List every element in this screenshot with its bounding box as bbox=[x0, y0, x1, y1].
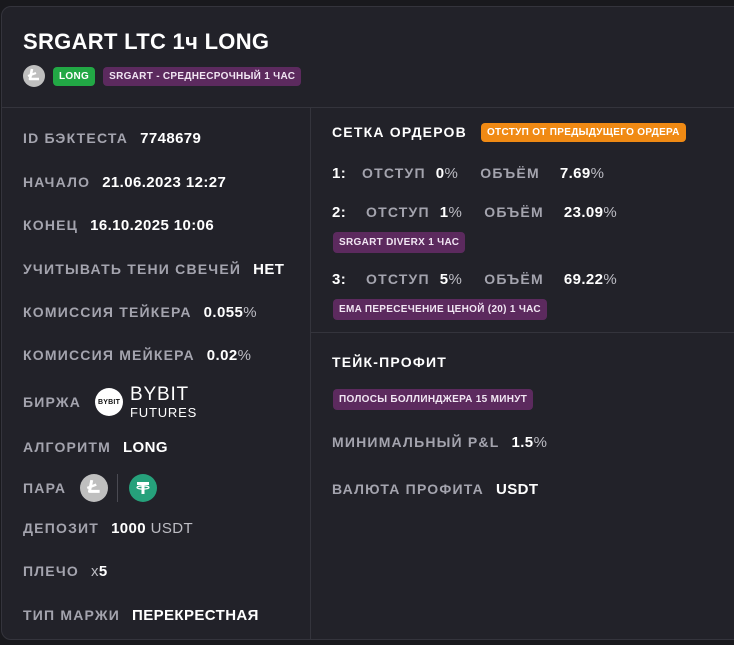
profit-currency-label: ВАЛЮТА ПРОФИТА bbox=[332, 481, 484, 497]
take-profit-title: ТЕЙК-ПРОФИТ bbox=[332, 354, 448, 370]
algorithm-row: АЛГОРИТМ LONG bbox=[23, 432, 168, 462]
column-divider bbox=[310, 108, 311, 639]
order-indicator-badge: EMA ПЕРЕСЕЧЕНИЕ ЦЕНОЙ (20) 1 ЧАС bbox=[333, 299, 547, 320]
end-row: КОНЕЦ 16.10.2025 10:06 bbox=[23, 210, 214, 240]
margin-row: ТИП МАРЖИ ПЕРЕКРЕСТНАЯ bbox=[23, 600, 259, 630]
start-value: 21.06.2023 12:27 bbox=[102, 173, 227, 191]
order-indicator-badge: SRGART DIVERX 1 ЧАС bbox=[333, 232, 466, 253]
backtest-card: SRGART LTC 1ч LONG LONG SRGART - СРЕДНЕС… bbox=[1, 6, 734, 640]
tether-icon bbox=[129, 474, 158, 502]
order-row: 1: ОТСТУП 0% ОБЪЁМ 7.69% bbox=[332, 159, 604, 187]
taker-fee-label: КОМИССИЯ ТЕЙКЕРА bbox=[23, 304, 192, 320]
pair-row: ПАРА bbox=[23, 471, 158, 505]
header-tags: LONG SRGART - СРЕДНЕСРОЧНЫЙ 1 ЧАС bbox=[23, 65, 302, 87]
orders-header: СЕТКА ОРДЕРОВ ОТСТУП ОТ ПРЕДЫДУЩЕГО ОРДЕ… bbox=[332, 117, 686, 147]
deposit-label: ДЕПОЗИТ bbox=[23, 520, 100, 536]
taker-fee-value: 0.055% bbox=[203, 303, 257, 321]
order-volume-value: 23.09% bbox=[563, 203, 618, 221]
order-offset-value: 1% bbox=[439, 203, 463, 221]
exchange-label: БИРЖА bbox=[23, 394, 82, 410]
end-value: 16.10.2025 10:06 bbox=[90, 216, 215, 234]
leverage-label: ПЛЕЧО bbox=[23, 563, 79, 579]
min-pnl-row: МИНИМАЛЬНЫЙ P&L 1.5% bbox=[332, 427, 547, 457]
leverage-value: x5 bbox=[90, 562, 108, 580]
order-volume-label: ОБЪЁМ bbox=[484, 204, 544, 220]
page-title: SRGART LTC 1ч LONG bbox=[23, 29, 270, 54]
maker-fee-label: КОМИССИЯ МЕЙКЕРА bbox=[23, 347, 195, 363]
strategy-badge: SRGART - СРЕДНЕСРОЧНЫЙ 1 ЧАС bbox=[103, 66, 302, 86]
order-offset-label: ОТСТУП bbox=[366, 271, 430, 287]
order-number: 2: bbox=[332, 203, 347, 221]
order-row: 3: ОТСТУП 5% ОБЪЁМ 69.22% bbox=[332, 265, 617, 293]
deposit-value: 1000 USDT bbox=[111, 519, 194, 537]
maker-fee-value: 0.02% bbox=[206, 346, 252, 364]
algorithm-label: АЛГОРИТМ bbox=[23, 439, 111, 455]
litecoin-icon bbox=[23, 65, 45, 87]
deposit-unit: USDT bbox=[150, 519, 194, 537]
bybit-logo-icon: BYBIT bbox=[95, 388, 124, 416]
order-volume-value: 7.69% bbox=[559, 164, 605, 182]
algorithm-value: LONG bbox=[122, 438, 168, 456]
shadows-row: УЧИТЫВАТЬ ТЕНИ СВЕЧЕЙ НЕТ bbox=[23, 254, 284, 284]
taker-fee-unit: % bbox=[243, 303, 257, 321]
pair-divider bbox=[117, 474, 119, 502]
order-offset-value: 0% bbox=[435, 164, 459, 182]
pair-label: ПАРА bbox=[23, 480, 67, 496]
take-profit-indicator-badge: ПОЛОСЫ БОЛЛИНДЖЕРА 15 МИНУТ bbox=[333, 389, 534, 410]
backtest-id-label: ID БЭКТЕСТА bbox=[23, 130, 129, 146]
order-offset-label: ОТСТУП bbox=[362, 165, 426, 181]
leverage-row: ПЛЕЧО x5 bbox=[23, 556, 108, 586]
order-number: 1: bbox=[332, 164, 347, 182]
min-pnl-label: МИНИМАЛЬНЫЙ P&L bbox=[332, 434, 500, 450]
maker-fee-unit: % bbox=[237, 346, 252, 364]
exchange-name: BYBIT FUTURES bbox=[130, 385, 197, 419]
take-profit-header: ТЕЙК-ПРОФИТ bbox=[332, 347, 447, 377]
maker-fee-row: КОМИССИЯ МЕЙКЕРА 0.02% bbox=[23, 340, 251, 370]
order-row: 2: ОТСТУП 1% ОБЪЁМ 23.09% bbox=[332, 198, 617, 226]
order-offset-value: 5% bbox=[439, 270, 463, 288]
exchange-row: БИРЖА BYBIT BYBIT FUTURES bbox=[23, 382, 197, 422]
section-divider bbox=[311, 332, 734, 333]
header-divider bbox=[2, 107, 734, 108]
order-volume-label: ОБЪЁМ bbox=[484, 271, 544, 287]
end-label: КОНЕЦ bbox=[23, 217, 79, 233]
orders-mode-badge: ОТСТУП ОТ ПРЕДЫДУЩЕГО ОРДЕРА bbox=[480, 122, 686, 142]
min-pnl-value: 1.5% bbox=[511, 433, 548, 451]
exchange-title: BYBIT bbox=[130, 384, 189, 405]
order-volume-label: ОБЪЁМ bbox=[480, 165, 540, 181]
backtest-id-value: 7748679 bbox=[140, 129, 202, 147]
shadows-label: УЧИТЫВАТЬ ТЕНИ СВЕЧЕЙ bbox=[23, 261, 242, 277]
start-label: НАЧАЛО bbox=[23, 174, 91, 190]
backtest-id-row: ID БЭКТЕСТА 7748679 bbox=[23, 123, 201, 153]
start-row: НАЧАЛО 21.06.2023 12:27 bbox=[23, 167, 226, 197]
order-offset-label: ОТСТУП bbox=[366, 204, 430, 220]
margin-value: ПЕРЕКРЕСТНАЯ bbox=[132, 606, 259, 624]
margin-label: ТИП МАРЖИ bbox=[23, 607, 121, 623]
order-number: 3: bbox=[332, 270, 347, 288]
long-badge: LONG bbox=[53, 66, 96, 86]
deposit-row: ДЕПОЗИТ 1000 USDT bbox=[23, 513, 193, 543]
profit-currency-row: ВАЛЮТА ПРОФИТА USDT bbox=[332, 474, 538, 504]
profit-currency-value: USDT bbox=[495, 480, 539, 498]
exchange-subtitle: FUTURES bbox=[130, 405, 198, 420]
order-volume-value: 69.22% bbox=[563, 270, 618, 288]
taker-fee-row: КОМИССИЯ ТЕЙКЕРА 0.055% bbox=[23, 297, 257, 327]
orders-title: СЕТКА ОРДЕРОВ bbox=[332, 124, 467, 140]
litecoin-icon bbox=[80, 474, 109, 502]
shadows-value: НЕТ bbox=[253, 260, 285, 278]
